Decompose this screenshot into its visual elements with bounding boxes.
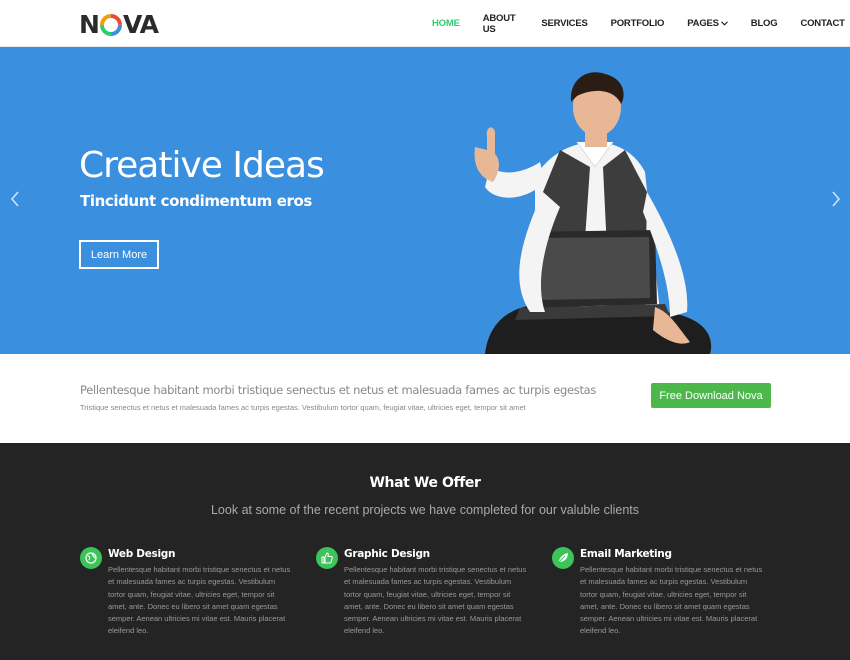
- nav-services[interactable]: SERVICES: [541, 18, 587, 29]
- nav-blog[interactable]: BLOG: [751, 18, 778, 29]
- service-title: Web Design: [108, 548, 176, 560]
- learn-more-button[interactable]: Learn More: [79, 240, 159, 269]
- services-subheading: Look at some of the recent projects we h…: [210, 503, 639, 517]
- nova-logo[interactable]: N VA: [79, 10, 159, 39]
- chevron-down-icon: [720, 21, 728, 26]
- globe-icon: [80, 547, 102, 569]
- nav-home[interactable]: HOME: [432, 18, 460, 29]
- nav-pages[interactable]: PAGES: [687, 18, 728, 29]
- site-header: N VA HOME ABOUT US SERVICES PORTFOLIO PA…: [0, 0, 850, 47]
- service-text: Pellentesque habitant morbi tristique se…: [580, 565, 763, 636]
- chevron-left-icon[interactable]: [8, 189, 22, 209]
- service-title: Email Marketing: [580, 548, 672, 560]
- service-text: Pellentesque habitant morbi tristique se…: [108, 565, 291, 636]
- nav-pages-label: PAGES: [687, 18, 719, 29]
- leaf-icon: [552, 547, 574, 569]
- logo-text-left: N: [79, 10, 100, 39]
- nav-portfolio[interactable]: PORTFOLIO: [611, 18, 665, 29]
- hero-slider: Creative Ideas Tincidunt condimentum ero…: [0, 47, 850, 354]
- hero-title: Creative Ideas: [79, 145, 325, 186]
- hero-subtitle: Tincidunt condimentum eros: [80, 192, 312, 210]
- nav-about-us[interactable]: ABOUT US: [483, 13, 519, 35]
- nav-contact[interactable]: CONTACT: [800, 18, 845, 29]
- call-to-action: Pellentesque habitant morbi tristique se…: [0, 354, 850, 443]
- free-download-button[interactable]: Free Download Nova: [651, 383, 771, 408]
- main-nav: HOME ABOUT US SERVICES PORTFOLIO PAGES B…: [432, 0, 850, 47]
- service-title: Graphic Design: [344, 548, 430, 560]
- hero-person-image: [474, 72, 712, 354]
- thumbs-up-icon: [316, 547, 338, 569]
- cta-text: Tristique senectus et netus et malesuada…: [80, 403, 526, 412]
- cta-title: Pellentesque habitant morbi tristique se…: [80, 383, 597, 397]
- chevron-right-icon[interactable]: [829, 189, 843, 209]
- logo-o-icon: [99, 13, 122, 36]
- service-text: Pellentesque habitant morbi tristique se…: [344, 565, 527, 636]
- logo-text-right: VA: [122, 10, 159, 39]
- services-heading: What We Offer: [369, 475, 481, 491]
- services-section: What We Offer Look at some of the recent…: [0, 443, 850, 660]
